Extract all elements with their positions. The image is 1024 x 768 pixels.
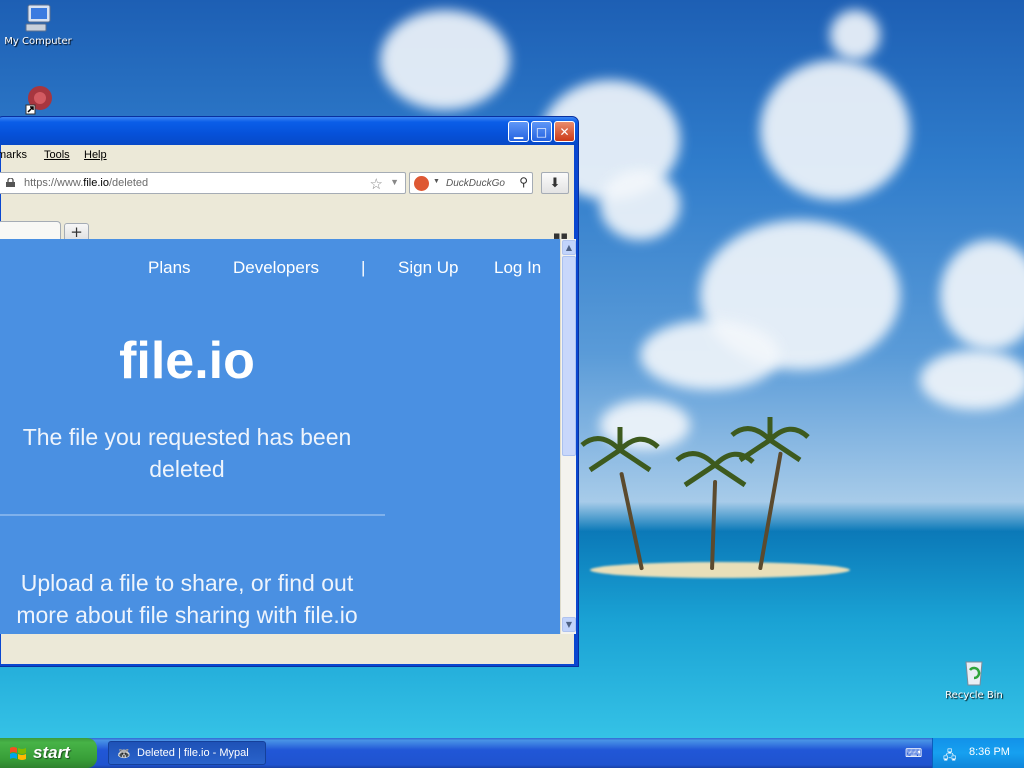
lock-icon [6,178,15,187]
content-divider [0,514,385,516]
maximize-button[interactable]: □ [531,121,552,142]
duckduckgo-icon[interactable] [414,176,429,191]
window-titlebar[interactable]: ▁ □ ✕ [0,117,578,145]
network-icon[interactable]: 🖧 [943,746,956,767]
keyboard-icon[interactable]: ⌨ [905,746,922,760]
palm-tree-icon [730,417,810,463]
url-prefix: https://www. [24,177,84,189]
mypal-browser-icon: 🦝 [117,748,131,760]
promo-text: Upload a file to share, or find out more… [16,570,358,628]
my-computer-icon [25,4,51,32]
vertical-scrollbar[interactable]: ▲ ▼ [560,239,576,634]
window-client-area: marks Tools Help https://www.file.io/del… [0,145,576,664]
close-icon: ✕ [559,124,570,139]
taskbar: start 🦝 Deleted | file.io - Mypal ⌨ 🖧 8:… [0,738,1024,768]
scroll-down-icon[interactable]: ▼ [562,617,576,632]
menu-help-label: Help [84,149,107,161]
close-button[interactable]: ✕ [554,121,575,142]
deleted-message: The file you requested has been deleted [22,424,352,482]
nav-signup-link[interactable]: Sign Up [398,258,458,278]
url-path: /deleted [108,177,149,189]
url-bar[interactable]: https://www.file.io/deleted ☆ ▼ [0,172,406,194]
windows-logo-icon [10,747,26,760]
downloads-button[interactable]: ⬇ [541,172,569,194]
nav-developers-link[interactable]: Developers [233,258,319,278]
desktop-icon-label: Recycle Bin [945,690,1003,701]
search-engine-dropdown-icon[interactable]: ▼ [433,178,440,185]
status-bar [1,634,574,664]
nav-login-link[interactable]: Log In [494,258,541,278]
menu-bar: marks Tools Help [0,145,574,167]
menu-tools[interactable]: Tools [44,149,70,161]
url-history-dropdown-icon[interactable]: ▼ [390,177,399,187]
desktop-icon-my-computer[interactable]: My Computer [0,2,78,47]
url-text: https://www.file.io/deleted [24,177,148,189]
url-domain: file.io [83,177,109,189]
recycle-bin-icon [965,661,983,686]
search-bar[interactable]: ▼ DuckDuckGo ⚲ [409,172,533,194]
menu-tools-label: Tools [44,149,70,161]
start-button[interactable]: start [0,738,97,768]
scrollbar-thumb[interactable] [562,256,576,456]
palm-tree-icon [580,427,660,473]
maximize-icon: □ [535,124,548,139]
taskbar-item-label: Deleted | file.io - Mypal [137,747,249,759]
clock[interactable]: 8:36 PM [969,746,1010,758]
site-logo[interactable]: file.io [0,331,377,391]
navigation-toolbar: https://www.file.io/deleted ☆ ▼ ▼ DuckDu… [0,167,574,197]
desktop-icon-recycle-bin[interactable]: Recycle Bin [934,656,1014,701]
page-viewport: Plans Developers | Sign Up Log In file.i… [0,239,560,634]
start-label: start [33,743,70,762]
desktop-icon-shortcut[interactable] [0,84,78,118]
menu-bookmarks[interactable]: marks [0,149,27,161]
browser-window: ▁ □ ✕ marks Tools Help https://www.file.… [0,116,579,667]
search-placeholder: DuckDuckGo [446,178,505,189]
shortcut-app-icon [25,86,52,115]
tab-strip: + ▪▪ [0,197,574,243]
scroll-up-icon[interactable]: ▲ [562,240,576,255]
minimize-button[interactable]: ▁ [508,121,529,142]
desktop-icon-label: My Computer [4,36,72,47]
island [590,562,850,578]
search-icon[interactable]: ⚲ [519,175,528,189]
menu-help[interactable]: Help [84,149,107,161]
nav-plans-link[interactable]: Plans [148,258,191,278]
minimize-icon: ▁ [513,124,524,139]
taskbar-item-browser[interactable]: 🦝 Deleted | file.io - Mypal [108,741,266,765]
nav-separator: | [361,258,366,277]
download-arrow-icon: ⬇ [549,175,561,191]
bookmark-star-icon[interactable]: ☆ [370,175,383,193]
system-tray: 🖧 8:36 PM [932,738,1024,768]
